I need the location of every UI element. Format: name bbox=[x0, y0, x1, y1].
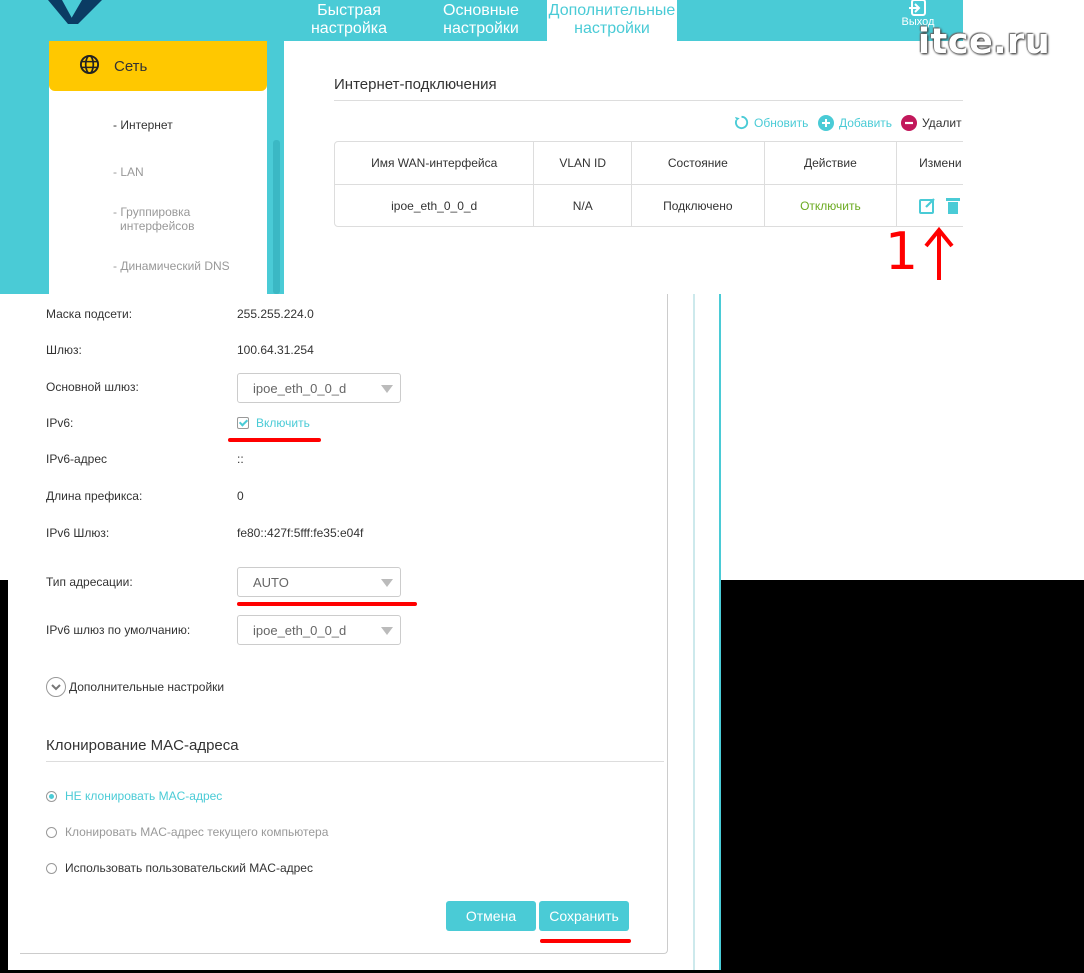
prefix-length-value: 0 bbox=[237, 489, 244, 503]
gateway-label: Шлюз: bbox=[46, 343, 82, 357]
gateway-value: 100.64.31.254 bbox=[237, 343, 314, 357]
internet-connections-title: Интернет-подключения bbox=[334, 76, 497, 93]
advanced-settings-toggle[interactable]: Дополнительные настройки bbox=[46, 677, 224, 697]
ipv6-default-gateway-select[interactable]: ipoe_eth_0_0_d bbox=[237, 615, 401, 645]
sidebar: Сеть - Интернет - LAN - Группировка инте… bbox=[49, 41, 267, 294]
annotation-underline bbox=[540, 939, 631, 943]
vlan-cell: N/A bbox=[534, 185, 633, 226]
chevron-down-icon bbox=[381, 579, 393, 587]
sidebar-item-ddns[interactable]: - Динамический DNS bbox=[113, 259, 230, 273]
table-header-row: Имя WAN-интерфейса VLAN ID Состояние Дей… bbox=[335, 142, 963, 184]
logout-icon bbox=[909, 0, 926, 16]
save-button[interactable]: Сохранить bbox=[539, 901, 629, 931]
wan-table: Имя WAN-интерфейса VLAN ID Состояние Дей… bbox=[334, 141, 963, 227]
annotation-number: 1 bbox=[885, 222, 919, 282]
divider bbox=[334, 100, 963, 101]
add-button[interactable]: Добавить bbox=[818, 115, 892, 131]
prefix-length-label: Длина префикса: bbox=[46, 489, 143, 503]
sidebar-scrollbar[interactable] bbox=[273, 140, 280, 294]
action-cell: Отключить bbox=[765, 185, 898, 226]
trash-icon[interactable] bbox=[946, 197, 961, 215]
watermark: itce.ru bbox=[918, 22, 1051, 62]
ipv6-enable-checkbox[interactable]: Включить bbox=[237, 416, 310, 430]
annotation-arrow-icon bbox=[924, 226, 954, 280]
edit-icon[interactable] bbox=[919, 197, 937, 215]
refresh-button[interactable]: Обновить bbox=[734, 115, 808, 130]
column-header: Действие bbox=[765, 142, 898, 184]
main-gateway-label: Основной шлюз: bbox=[46, 380, 139, 394]
router-header-screenshot: Быстрая настройка Основные настройки Доп… bbox=[0, 0, 963, 294]
chevron-down-icon bbox=[381, 385, 393, 393]
column-header: Имя WAN-интерфейса bbox=[335, 142, 535, 184]
radio-icon bbox=[46, 790, 57, 802]
sidebar-item-internet[interactable]: - Интернет bbox=[113, 118, 173, 132]
ipv6-gateway-value: fe80::427f:5fff:fe35:e04f bbox=[237, 526, 364, 540]
subnet-label: Маска подсети: bbox=[46, 307, 133, 321]
mac-clone-title: Клонирование MAC-адреса bbox=[46, 737, 239, 754]
divider bbox=[46, 761, 664, 762]
ipv6-default-gateway-label: IPv6 шлюз по умолчанию: bbox=[46, 623, 191, 637]
expand-icon bbox=[46, 677, 66, 697]
sidebar-item-interface-grouping[interactable]: - Группировка интерфейсов bbox=[113, 205, 194, 233]
brand-logo-icon bbox=[48, 0, 102, 24]
addressing-type-select[interactable]: AUTO bbox=[237, 567, 401, 597]
annotation-underline bbox=[228, 438, 321, 442]
frame-border-inner bbox=[693, 294, 695, 970]
column-header: VLAN ID bbox=[534, 142, 633, 184]
addressing-type-label: Тип адресации: bbox=[46, 575, 133, 589]
chevron-down-icon bbox=[381, 627, 393, 635]
frame-border bbox=[719, 294, 721, 970]
add-icon bbox=[818, 115, 834, 131]
edit-cell bbox=[897, 185, 963, 226]
radio-icon bbox=[46, 862, 57, 874]
radio-clone-current[interactable]: Клонировать MAC-адрес текущего компьютер… bbox=[46, 825, 328, 839]
delete-button[interactable]: Удалит bbox=[901, 115, 962, 131]
tab-advanced[interactable]: Дополнительные настройки bbox=[547, 0, 677, 41]
radio-icon bbox=[46, 826, 57, 838]
sidebar-item-lan[interactable]: - LAN bbox=[113, 165, 144, 179]
ipv6-gateway-label: IPv6 Шлюз: bbox=[46, 526, 110, 540]
main-content: Интернет-подключения Обновить Добавить У… bbox=[284, 41, 963, 294]
tab-quick-setup[interactable]: Быстрая настройка bbox=[295, 0, 403, 41]
annotation-underline bbox=[237, 602, 417, 606]
wan-name-cell: ipoe_eth_0_0_d bbox=[335, 185, 535, 226]
sidebar-header-label: Сеть bbox=[114, 58, 148, 75]
ipv6-label: IPv6: bbox=[46, 416, 74, 430]
table-row: ipoe_eth_0_0_d N/A Подключено Отключить bbox=[335, 184, 963, 226]
radio-custom-mac[interactable]: Использовать пользовательский MAC-адрес bbox=[46, 861, 313, 875]
ipv6-address-label: IPv6-адрес bbox=[46, 452, 108, 466]
ipv6-address-value: :: bbox=[237, 452, 244, 466]
frame-edge bbox=[8, 580, 10, 970]
delete-icon bbox=[901, 115, 917, 131]
refresh-icon bbox=[734, 115, 749, 130]
main-gateway-select[interactable]: ipoe_eth_0_0_d bbox=[237, 373, 401, 403]
subnet-value: 255.255.224.0 bbox=[237, 307, 314, 321]
disconnect-link[interactable]: Отключить bbox=[800, 199, 861, 213]
cancel-button[interactable]: Отмена bbox=[446, 901, 536, 931]
column-header: Состояние bbox=[632, 142, 765, 184]
tab-basic[interactable]: Основные настройки bbox=[426, 0, 536, 41]
status-cell: Подключено bbox=[632, 185, 765, 226]
globe-icon bbox=[79, 54, 100, 75]
sidebar-item-network[interactable]: Сеть bbox=[49, 41, 267, 91]
radio-no-clone[interactable]: НЕ клонировать MAC-адрес bbox=[46, 789, 222, 803]
checkbox-icon bbox=[237, 417, 249, 429]
column-header: Измени bbox=[919, 156, 962, 170]
